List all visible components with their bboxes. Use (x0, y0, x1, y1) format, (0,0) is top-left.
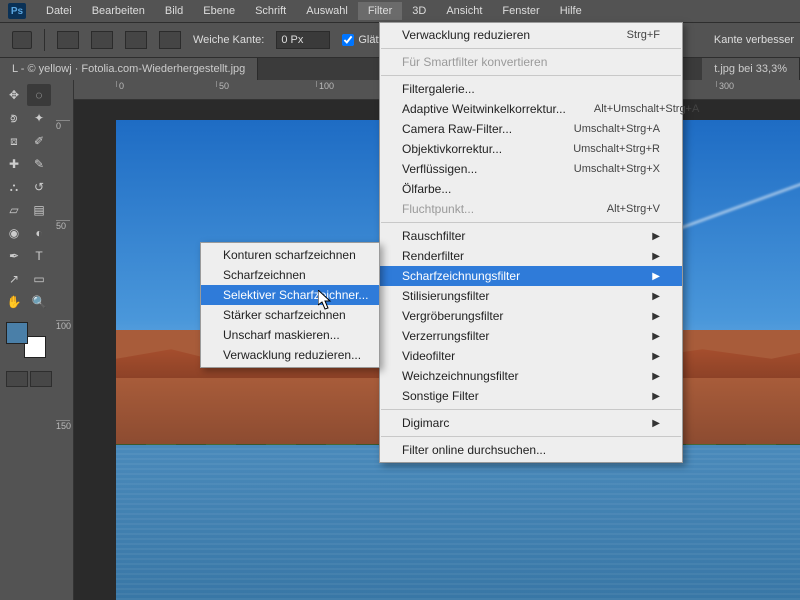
ruler-vertical[interactable]: 050100150 (54, 80, 74, 600)
type-tool[interactable]: T (27, 245, 51, 267)
feather-label: Weiche Kante: (193, 34, 264, 46)
menu-stilisierungsfilter[interactable]: Stilisierungsfilter▶ (380, 286, 682, 306)
submenu-stärker-scharfzeichnen[interactable]: Stärker scharfzeichnen (201, 305, 379, 325)
document-tab[interactable]: t.jpg bei 33,3% (702, 58, 800, 80)
menubar-hilfe[interactable]: Hilfe (550, 2, 592, 20)
document-tab[interactable]: L - © yellowj · Fotolia.com-Wiederherges… (0, 58, 258, 80)
hand-tool[interactable]: ✋ (2, 291, 26, 313)
app-logo: Ps (8, 3, 26, 19)
menu-liquify[interactable]: Verflüssigen...Umschalt+Strg+X (380, 159, 682, 179)
menu-sonstige-filter[interactable]: Sonstige Filter▶ (380, 386, 682, 406)
color-swatches[interactable] (6, 322, 46, 358)
dodge-tool[interactable]: ◐ (27, 222, 51, 244)
menubar-bild[interactable]: Bild (155, 2, 193, 20)
antialias-check[interactable] (342, 34, 354, 46)
menu-oil-paint[interactable]: Ölfarbe... (380, 179, 682, 199)
selection-mode-add[interactable] (91, 31, 113, 49)
submenu-unscharf-maskieren-[interactable]: Unscharf maskieren... (201, 325, 379, 345)
stamp-tool[interactable]: ⛬ (2, 176, 26, 198)
menubar-3d[interactable]: 3D (402, 2, 436, 20)
lasso-tool[interactable]: ⟄ (2, 107, 26, 129)
selection-mode-intersect[interactable] (159, 31, 181, 49)
marquee-tool[interactable]: ◌ (27, 84, 51, 106)
menu-browse-filters-online[interactable]: Filter online durchsuchen... (380, 440, 682, 460)
eyedropper-tool[interactable]: ✐ (27, 130, 51, 152)
path-tool[interactable]: ↗ (2, 268, 26, 290)
eraser-tool[interactable]: ▱ (2, 199, 26, 221)
refine-edge-button[interactable]: Kante verbesser (714, 34, 794, 46)
brush-tool[interactable]: ✎ (27, 153, 51, 175)
wand-tool[interactable]: ✦ (27, 107, 51, 129)
menu-digimarc[interactable]: Digimarc▶ (380, 413, 682, 433)
submenu-verwacklung-reduzieren-[interactable]: Verwacklung reduzieren... (201, 345, 379, 365)
menu-weichzeichnungsfilter[interactable]: Weichzeichnungsfilter▶ (380, 366, 682, 386)
marquee-ellipse-icon[interactable] (12, 31, 32, 49)
foreground-color-swatch[interactable] (6, 322, 28, 344)
toolbox: ✥◌⟄✦⧈✐✚✎⛬↺▱▤◉◐✒T↗▭✋🔍 (0, 80, 54, 600)
menu-repeat-last-filter[interactable]: Verwacklung reduzierenStrg+F (380, 25, 682, 45)
menu-vanishing-point: Fluchtpunkt...Alt+Strg+V (380, 199, 682, 219)
menu-adaptive-wide-angle[interactable]: Adaptive Weitwinkelkorrektur...Alt+Umsch… (380, 99, 682, 119)
menubar-auswahl[interactable]: Auswahl (296, 2, 358, 20)
gradient-tool[interactable]: ▤ (27, 199, 51, 221)
filter-menu: Verwacklung reduzierenStrg+F Für Smartfi… (379, 22, 683, 463)
submenu-konturen-scharfzeichnen[interactable]: Konturen scharfzeichnen (201, 245, 379, 265)
heal-tool[interactable]: ✚ (2, 153, 26, 175)
menu-renderfilter[interactable]: Renderfilter▶ (380, 246, 682, 266)
menu-rauschfilter[interactable]: Rauschfilter▶ (380, 226, 682, 246)
menu-vergr-berungsfilter[interactable]: Vergröberungsfilter▶ (380, 306, 682, 326)
menu-scharfzeichnungsfilter[interactable]: Scharfzeichnungsfilter▶ (380, 266, 682, 286)
menubar-datei[interactable]: Datei (36, 2, 82, 20)
menu-filter-gallery[interactable]: Filtergalerie... (380, 79, 682, 99)
menubar-ebene[interactable]: Ebene (193, 2, 245, 20)
blur-tool[interactable]: ◉ (2, 222, 26, 244)
menubar-schrift[interactable]: Schrift (245, 2, 296, 20)
menu-convert-smart-filter: Für Smartfilter konvertieren (380, 52, 682, 72)
pen-tool[interactable]: ✒ (2, 245, 26, 267)
selection-mode-subtract[interactable] (125, 31, 147, 49)
menubar-bearbeiten[interactable]: Bearbeiten (82, 2, 155, 20)
menu-lens-correction[interactable]: Objektivkorrektur...Umschalt+Strg+R (380, 139, 682, 159)
selection-mode-new[interactable] (57, 31, 79, 49)
shape-tool[interactable]: ▭ (27, 268, 51, 290)
crop-tool[interactable]: ⧈ (2, 130, 26, 152)
zoom-tool[interactable]: 🔍 (27, 291, 51, 313)
menu-verzerrungsfilter[interactable]: Verzerrungsfilter▶ (380, 326, 682, 346)
menubar-fenster[interactable]: Fenster (492, 2, 549, 20)
menu-videofilter[interactable]: Videofilter▶ (380, 346, 682, 366)
move-tool[interactable]: ✥ (2, 84, 26, 106)
submenu-selektiver-scharfzeichner-[interactable]: Selektiver Scharfzeichner... (201, 285, 379, 305)
sharpen-submenu: Konturen scharfzeichnenScharfzeichnenSel… (200, 242, 380, 368)
screenmode-toggle[interactable] (30, 371, 52, 387)
menubar-filter[interactable]: Filter (358, 2, 402, 20)
menubar: Ps DateiBearbeitenBildEbeneSchriftAuswah… (0, 0, 800, 22)
submenu-scharfzeichnen[interactable]: Scharfzeichnen (201, 265, 379, 285)
quickmask-toggle[interactable] (6, 371, 28, 387)
feather-input[interactable] (276, 31, 330, 49)
menu-camera-raw[interactable]: Camera Raw-Filter...Umschalt+Strg+A (380, 119, 682, 139)
history-tool[interactable]: ↺ (27, 176, 51, 198)
antialias-checkbox[interactable]: Glätt (342, 34, 381, 46)
menubar-ansicht[interactable]: Ansicht (436, 2, 492, 20)
